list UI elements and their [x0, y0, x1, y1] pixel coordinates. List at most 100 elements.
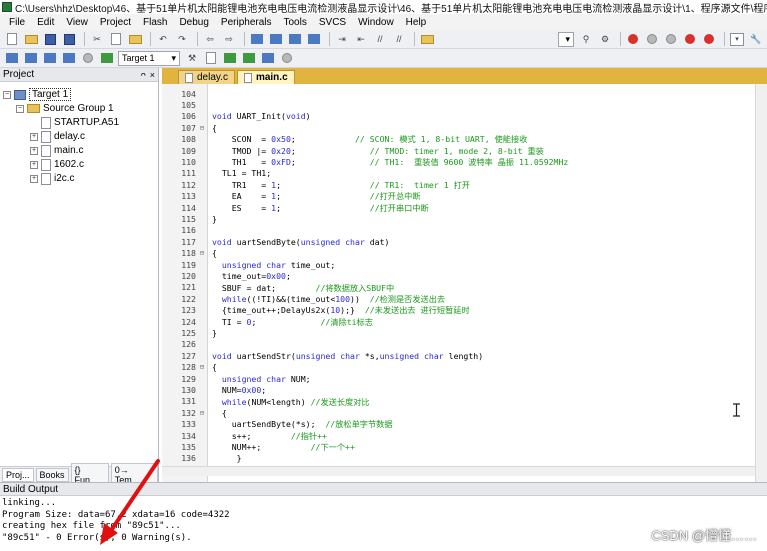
- disable-breakpoint-button[interactable]: [644, 32, 660, 47]
- code-line[interactable]: 126: [162, 339, 212, 350]
- code-line[interactable]: 125}: [162, 327, 217, 338]
- debug-start-button[interactable]: ⚙: [597, 32, 613, 47]
- bookmark-button[interactable]: [249, 32, 265, 47]
- select-packs-button[interactable]: [241, 51, 257, 66]
- code-line[interactable]: 119 unsigned char time_out;: [162, 259, 335, 270]
- code-line[interactable]: 123 {time_out++;DelayUs2x(10);} //未发送出去 …: [162, 305, 469, 316]
- indent-button[interactable]: ⇥: [334, 32, 350, 47]
- disable-all-breakpoints-button[interactable]: [663, 32, 679, 47]
- uncomment-button[interactable]: //: [391, 32, 407, 47]
- download-button[interactable]: [99, 51, 115, 66]
- code-line[interactable]: 122 while((!TI)&&(time_out<100)) //检测是否发…: [162, 293, 445, 304]
- find-button[interactable]: ⚲: [578, 32, 594, 47]
- code-line[interactable]: 120 time_out=0x00;: [162, 270, 291, 281]
- horizontal-scrollbar[interactable]: [162, 466, 755, 476]
- redo-button[interactable]: ↷: [174, 32, 190, 47]
- paste-button[interactable]: [127, 32, 143, 47]
- fold-toggle-icon[interactable]: ⊟: [196, 249, 208, 257]
- fold-toggle-icon[interactable]: ⊟: [196, 363, 208, 371]
- tab-delay-c[interactable]: delay.c: [178, 70, 235, 84]
- rte-button[interactable]: [279, 51, 295, 66]
- collapse-icon[interactable]: −: [3, 90, 11, 99]
- new-file-button[interactable]: [4, 32, 20, 47]
- open-file-button[interactable]: [23, 32, 39, 47]
- collapse-icon[interactable]: −: [16, 104, 24, 113]
- code-line[interactable]: 113 EA = 1; //打开总中断: [162, 191, 420, 202]
- tree-file[interactable]: + 1602.c: [30, 158, 84, 171]
- tab-books[interactable]: Books: [35, 467, 69, 482]
- code-line[interactable]: 127 void uartSendStr(unsigned char *s,uns…: [162, 350, 483, 361]
- code-line[interactable]: 130 NUM=0x00;: [162, 384, 266, 395]
- menu-view[interactable]: View: [60, 17, 94, 28]
- menu-peripherals[interactable]: Peripherals: [215, 17, 278, 28]
- code-line[interactable]: 135 NUM++; //下一个++: [162, 441, 355, 452]
- tab-main-c[interactable]: main.c: [236, 70, 295, 84]
- expand-icon[interactable]: +: [30, 146, 38, 155]
- code-line[interactable]: 136 }: [162, 453, 241, 464]
- code-line[interactable]: 115}: [162, 213, 217, 224]
- next-bookmark-button[interactable]: [287, 32, 303, 47]
- nav-back-button[interactable]: ⇦: [202, 32, 218, 47]
- code-line[interactable]: 111 TL1 = TH1;: [162, 168, 271, 179]
- code-line[interactable]: 109 TMOD |= 0x20; // TMOD: timer 1, mode…: [162, 145, 544, 156]
- tree-file[interactable]: + i2c.c: [30, 172, 75, 185]
- expand-icon[interactable]: +: [30, 160, 38, 169]
- code-line[interactable]: 105: [162, 99, 212, 110]
- code-line[interactable]: 124 TI = 0; //清除ti标志: [162, 316, 373, 327]
- save-button[interactable]: [42, 32, 58, 47]
- code-line[interactable]: 134 s++; //指针++: [162, 430, 327, 441]
- fold-toggle-icon[interactable]: ⊟: [196, 124, 208, 132]
- tree-group[interactable]: − Source Group 1: [16, 102, 114, 115]
- code-line[interactable]: 116: [162, 225, 212, 236]
- code-line[interactable]: 118 ⊟ {: [162, 248, 217, 259]
- tree-file[interactable]: + main.c: [30, 144, 83, 157]
- pack-installer-button[interactable]: [260, 51, 276, 66]
- clear-bookmarks-button[interactable]: [306, 32, 322, 47]
- menu-svcs[interactable]: SVCS: [313, 17, 352, 28]
- code-line[interactable]: 104: [162, 88, 212, 99]
- tree-target[interactable]: − Target 1: [3, 88, 72, 101]
- kill-breakpoints-button[interactable]: [682, 32, 698, 47]
- code-line[interactable]: 117 void uartSendByte(unsigned char dat): [162, 236, 389, 247]
- expand-icon[interactable]: +: [30, 174, 38, 183]
- expand-icon[interactable]: +: [30, 132, 38, 141]
- file-extensions-button[interactable]: [203, 51, 219, 66]
- tab-project[interactable]: Proj...: [2, 467, 34, 482]
- configure-button[interactable]: 🔧: [748, 32, 764, 47]
- manage-components-button[interactable]: [222, 51, 238, 66]
- target-options-button[interactable]: ⚒: [184, 51, 200, 66]
- code-line[interactable]: 108 SCON = 0x50; // SCON: 模式 1, 8-bit UA…: [162, 134, 527, 145]
- find-in-files-button[interactable]: [419, 32, 435, 47]
- code-line[interactable]: 110 TH1 = 0xFD; // TH1: 重装值 9600 波特率 晶振 …: [162, 156, 568, 167]
- nav-forward-button[interactable]: ⇨: [221, 32, 237, 47]
- breakpoint-button[interactable]: [625, 32, 641, 47]
- build-button[interactable]: [23, 51, 39, 66]
- undo-button[interactable]: ↶: [155, 32, 171, 47]
- window-layout-button[interactable]: ▾: [729, 32, 745, 47]
- translate-button[interactable]: [4, 51, 20, 66]
- fold-toggle-icon[interactable]: ⊟: [196, 409, 208, 417]
- code-line[interactable]: 131 while(NUM<length) //发送长度对比: [162, 396, 369, 407]
- copy-button[interactable]: [108, 32, 124, 47]
- code-line[interactable]: 112 TR1 = 1; // TR1: timer 1 打开: [162, 179, 470, 190]
- code-line[interactable]: 129 unsigned char NUM;: [162, 373, 310, 384]
- close-icon[interactable]: ×: [150, 70, 155, 80]
- menu-debug[interactable]: Debug: [173, 17, 214, 28]
- tree-file[interactable]: + delay.c: [30, 130, 85, 143]
- code-line[interactable]: 114 ES = 1; //打开串口中断: [162, 202, 429, 213]
- code-line[interactable]: 106 void UART_Init(void): [162, 111, 310, 122]
- prev-bookmark-button[interactable]: [268, 32, 284, 47]
- code-line[interactable]: 132 ⊟ {: [162, 407, 227, 418]
- cut-button[interactable]: ✂: [89, 32, 105, 47]
- reset-button[interactable]: [701, 32, 717, 47]
- comment-button[interactable]: //: [372, 32, 388, 47]
- code-line[interactable]: 121 SBUF = dat; //将数据放入SBUF中: [162, 282, 394, 293]
- code-line[interactable]: 128 ⊟ {: [162, 362, 217, 373]
- pin-icon[interactable]: ᴖ: [141, 70, 146, 80]
- save-all-button[interactable]: [61, 32, 77, 47]
- unindent-button[interactable]: ⇤: [353, 32, 369, 47]
- batch-build-button[interactable]: [61, 51, 77, 66]
- vertical-scrollbar[interactable]: [755, 84, 767, 482]
- rebuild-button[interactable]: [42, 51, 58, 66]
- menu-edit[interactable]: Edit: [31, 17, 60, 28]
